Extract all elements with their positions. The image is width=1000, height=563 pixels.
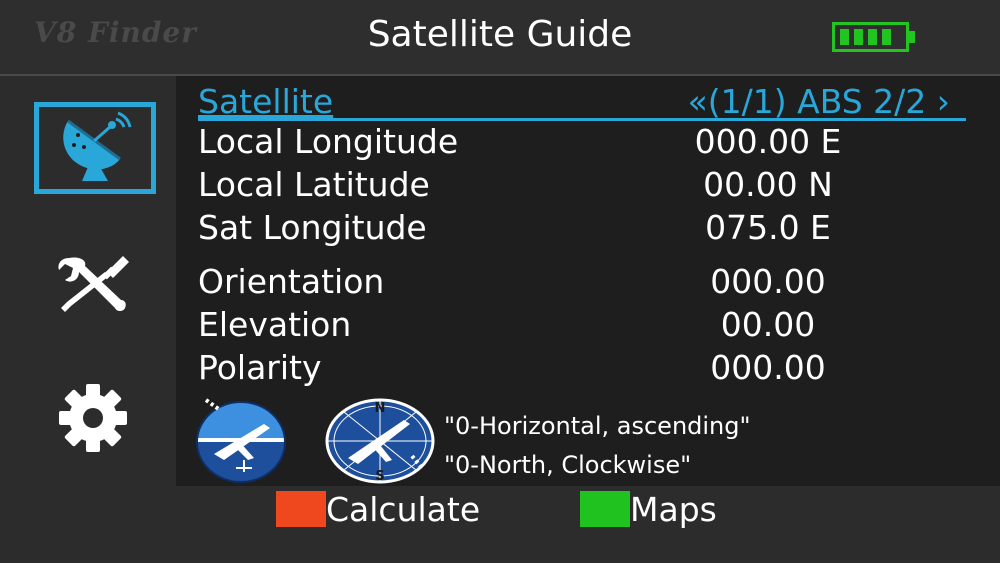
param-value: 000.00 [710, 262, 826, 301]
param-row-sat-longitude[interactable]: Sat Longitude 075.0 E [198, 208, 978, 250]
param-value: 000.00 [710, 348, 826, 387]
param-row-polarity: Polarity 000.00 [198, 348, 978, 390]
sidebar-item-tools[interactable] [48, 248, 138, 320]
param-value: 075.0 E [705, 208, 831, 247]
satellite-guide-screen: V8 Finder Satellite Guide Satellite «(1/… [0, 0, 1000, 563]
gear-icon [59, 384, 127, 452]
elevation-indicator-icon [196, 398, 286, 483]
param-value: 00.00 [720, 305, 816, 344]
param-row-orientation: Orientation 000.00 [198, 262, 978, 304]
calculate-button[interactable]: Calculate [276, 489, 481, 529]
sidebar [0, 76, 176, 486]
battery-full-icon [832, 22, 915, 52]
satellite-value-group: «(1/1) ABS 2/2 › [688, 82, 950, 121]
param-label: Polarity [198, 348, 322, 387]
maps-label: Maps [630, 489, 717, 529]
compass-south-label: S [375, 469, 384, 484]
satellite-selector[interactable]: Satellite «(1/1) ABS 2/2 › [198, 80, 966, 121]
orientation-note: "0-North, Clockwise" [444, 451, 692, 479]
maps-button[interactable]: Maps [580, 489, 717, 529]
compass-north-label: N [375, 401, 386, 416]
calculate-label: Calculate [326, 489, 481, 529]
param-value: 00.00 N [703, 165, 833, 204]
next-satellite-arrow[interactable]: › [937, 82, 950, 121]
param-label: Orientation [198, 262, 385, 301]
header-bar: V8 Finder Satellite Guide [0, 0, 1000, 76]
param-row-local-longitude[interactable]: Local Longitude 000.00 E [198, 122, 978, 164]
compass-icon: N S [325, 398, 435, 484]
param-row-local-latitude[interactable]: Local Latitude 00.00 N [198, 165, 978, 207]
prev-satellite-arrow[interactable]: « [688, 82, 708, 121]
red-key-icon [276, 491, 326, 527]
param-row-elevation: Elevation 00.00 [198, 305, 978, 347]
elevation-note: "0-Horizontal, ascending" [444, 412, 751, 440]
sidebar-item-satellite-guide[interactable] [34, 102, 156, 194]
satellite-label: Satellite [198, 82, 334, 121]
footer-bar: Calculate Maps [0, 486, 1000, 563]
guide-content: Satellite «(1/1) ABS 2/2 › Local Longitu… [176, 76, 1000, 486]
param-label: Local Latitude [198, 165, 430, 204]
param-label: Sat Longitude [198, 208, 427, 247]
sidebar-item-settings[interactable] [48, 378, 138, 458]
satellite-value: (1/1) ABS 2/2 [707, 82, 927, 121]
tools-icon [58, 256, 129, 312]
param-value: 000.00 E [694, 122, 842, 161]
param-label: Local Longitude [198, 122, 459, 161]
param-label: Elevation [198, 305, 352, 344]
satellite-dish-icon [63, 111, 132, 181]
green-key-icon [580, 491, 630, 527]
